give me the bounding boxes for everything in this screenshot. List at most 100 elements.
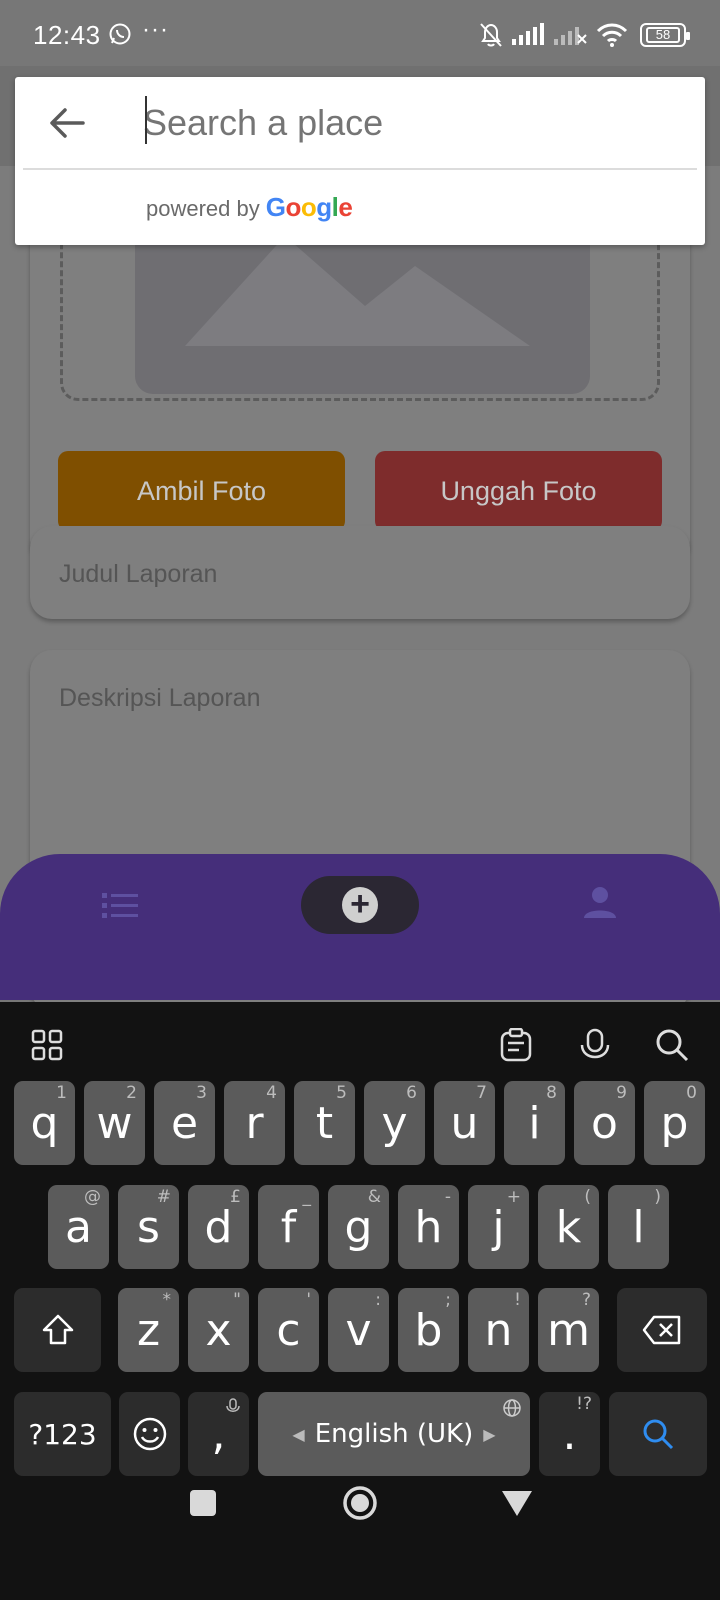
key-m[interactable]: m? — [538, 1288, 599, 1372]
key-w[interactable]: w2 — [84, 1081, 145, 1165]
key-label: t — [315, 1097, 334, 1149]
place-search-input[interactable] — [143, 97, 683, 149]
key-hint: 9 — [616, 1083, 627, 1103]
key-c[interactable]: c ' — [258, 1288, 319, 1372]
key-hint: : — [375, 1290, 381, 1310]
key-r[interactable]: r4 — [224, 1081, 285, 1165]
key-f[interactable]: f _ — [258, 1185, 319, 1269]
recent-apps-icon[interactable] — [190, 1490, 216, 1516]
key-hint: ( — [584, 1187, 591, 1207]
key-hint: 7 — [476, 1083, 487, 1103]
key-hint: 2 — [126, 1083, 137, 1103]
battery-icon: 58 — [640, 23, 690, 47]
comma-label: , — [211, 1408, 226, 1460]
more-notifications-icon: ··· — [142, 16, 169, 43]
place-search-panel: powered by Google — [15, 77, 705, 245]
key-o[interactable]: o9 — [574, 1081, 635, 1165]
key-label: j — [492, 1201, 505, 1253]
home-icon[interactable] — [342, 1485, 378, 1521]
powered-by-text: powered by — [146, 196, 260, 221]
status-time: 12:43 — [33, 20, 101, 50]
key-v[interactable]: v: — [328, 1288, 389, 1372]
key-x[interactable]: x " — [188, 1288, 249, 1372]
key-p[interactable]: p0 — [644, 1081, 705, 1165]
key-s[interactable]: s # — [118, 1185, 179, 1269]
key-hint: 5 — [336, 1083, 347, 1103]
key-k[interactable]: k( — [538, 1185, 599, 1269]
key-hint: & — [367, 1187, 381, 1207]
period-key[interactable]: . !? — [539, 1392, 600, 1476]
key-hint: ! — [514, 1290, 521, 1310]
key-h[interactable]: h- — [398, 1185, 459, 1269]
key-hint: 8 — [546, 1083, 557, 1103]
microphone-icon[interactable] — [578, 1028, 612, 1062]
key-hint: ) — [654, 1187, 661, 1207]
google-logo-letter: e — [338, 192, 353, 222]
bottom-navigation: + — [0, 854, 720, 1000]
report-description-placeholder: Deskripsi Laporan — [59, 684, 261, 712]
period-label: . — [562, 1408, 577, 1460]
report-title-field[interactable]: Judul Laporan — [30, 526, 690, 619]
key-z[interactable]: z * — [118, 1288, 179, 1372]
key-u[interactable]: u7 — [434, 1081, 495, 1165]
upload-photo-button[interactable]: Unggah Foto — [375, 451, 662, 531]
emoji-key[interactable] — [119, 1392, 180, 1476]
key-i[interactable]: i8 — [504, 1081, 565, 1165]
back-arrow-icon[interactable] — [47, 103, 87, 143]
key-label: o — [591, 1097, 618, 1149]
key-hint: _ — [302, 1187, 312, 1207]
text-caret — [145, 96, 147, 144]
key-t[interactable]: t5 — [294, 1081, 355, 1165]
key-label: d — [204, 1201, 233, 1253]
symbols-key[interactable]: ?123 — [14, 1392, 111, 1476]
key-hint: 4 — [266, 1083, 277, 1103]
key-label: m — [547, 1304, 590, 1356]
key-hint: - — [444, 1187, 451, 1207]
back-triangle-icon[interactable] — [500, 1488, 534, 1518]
key-l[interactable]: l) — [608, 1185, 669, 1269]
comma-key[interactable]: , — [188, 1392, 249, 1476]
report-title-placeholder: Judul Laporan — [59, 560, 218, 588]
take-photo-button[interactable]: Ambil Foto — [58, 451, 345, 531]
wifi-icon — [596, 23, 628, 47]
list-icon[interactable] — [102, 892, 138, 920]
add-report-button[interactable]: + — [301, 876, 419, 934]
key-label: c — [276, 1304, 301, 1356]
globe-icon — [503, 1399, 521, 1417]
right-caret-icon: ▶ — [483, 1424, 496, 1444]
key-n[interactable]: n! — [468, 1288, 529, 1372]
search-action-key[interactable] — [609, 1392, 707, 1476]
key-a[interactable]: a @ — [48, 1185, 109, 1269]
shift-key[interactable] — [14, 1288, 101, 1372]
key-y[interactable]: y6 — [364, 1081, 425, 1165]
key-label: x — [205, 1304, 232, 1356]
key-j[interactable]: j + — [468, 1185, 529, 1269]
bell-muted-icon — [480, 23, 502, 47]
backspace-key[interactable] — [617, 1288, 707, 1372]
key-hint: 3 — [196, 1083, 207, 1103]
google-logo-letter: o — [300, 192, 317, 222]
profile-icon[interactable] — [584, 886, 616, 920]
search-icon[interactable] — [655, 1028, 689, 1062]
space-key[interactable]: ◀ English (UK) ▶ — [258, 1392, 530, 1476]
key-hint: + — [506, 1187, 521, 1207]
key-q[interactable]: q1 — [14, 1081, 75, 1165]
battery-level: 58 — [646, 27, 680, 43]
google-logo-letter: o — [285, 192, 301, 222]
key-label: z — [136, 1304, 161, 1356]
key-d[interactable]: d £ — [188, 1185, 249, 1269]
key-label: e — [170, 1097, 199, 1149]
key-hint: £ — [230, 1187, 241, 1207]
key-label: y — [381, 1097, 408, 1149]
space-language-label: English (UK) — [314, 1419, 474, 1449]
key-hint: # — [156, 1187, 171, 1207]
key-label: u — [450, 1097, 479, 1149]
key-e[interactable]: e3 — [154, 1081, 215, 1165]
key-hint: ; — [445, 1290, 451, 1310]
apps-grid-icon[interactable] — [30, 1028, 64, 1062]
clipboard-icon[interactable] — [499, 1028, 533, 1062]
key-g[interactable]: g & — [328, 1185, 389, 1269]
key-label: v — [345, 1304, 372, 1356]
key-b[interactable]: b; — [398, 1288, 459, 1372]
shift-arrow-icon — [42, 1314, 73, 1345]
